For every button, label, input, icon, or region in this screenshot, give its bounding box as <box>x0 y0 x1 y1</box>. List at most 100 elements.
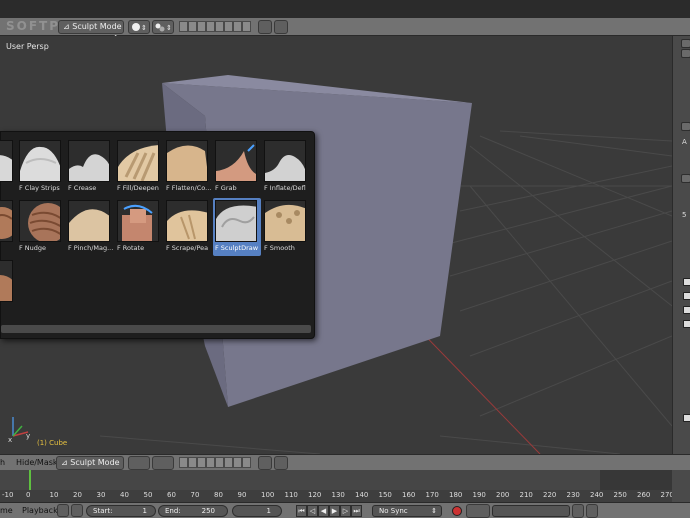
panel-checkbox-3[interactable] <box>683 306 690 314</box>
layer-button-2[interactable] <box>188 21 197 32</box>
layer-button-b7[interactable] <box>233 457 242 468</box>
clock-icon[interactable] <box>57 504 69 517</box>
layer-button-b8[interactable] <box>242 457 251 468</box>
brush-flatten-contrast[interactable]: F Flatten/Co... <box>164 138 212 196</box>
brush-smooth[interactable]: F Smooth <box>262 198 310 256</box>
brush-thumbnail-partial-2 <box>0 200 13 242</box>
layer-button-b5[interactable] <box>215 457 224 468</box>
panel-arrow-button[interactable] <box>681 49 690 58</box>
brush-scrape-peaks[interactable]: F Scrape/Pea <box>164 198 212 256</box>
layer-button-3[interactable] <box>197 21 206 32</box>
svg-text:x: x <box>8 436 12 444</box>
timeline-tick: 20 <box>73 491 82 499</box>
delete-keyframe-icon[interactable] <box>586 504 598 518</box>
jump-keyframe-forward-button[interactable]: ▷ <box>340 505 351 517</box>
popup-scrollbar[interactable] <box>1 325 311 333</box>
camera-render-icon-bottom[interactable] <box>274 456 288 470</box>
timeline-header: me Playback Start: 1 End: 250 1 ⏮ ◁ ◀ ▶ … <box>0 502 690 518</box>
jump-keyframe-back-button[interactable]: ◁ <box>307 505 318 517</box>
menu-frame-partial[interactable]: me <box>0 506 13 515</box>
timeline[interactable]: -10 0 10 20 30 40 50 60 70 80 90 100 110 120 130 140 15… <box>0 470 690 502</box>
pivot-icon: ⇕ <box>155 23 172 32</box>
start-frame-field[interactable]: Start: 1 <box>86 505 156 517</box>
layer-button-5[interactable] <box>215 21 224 32</box>
timeline-tick: 220 <box>543 491 557 499</box>
current-frame-cursor[interactable] <box>29 470 31 490</box>
jump-end-button[interactable]: ⏭ <box>351 505 362 517</box>
brush-clay-strips[interactable]: F Clay Strips <box>17 138 65 196</box>
timeline-tick: 110 <box>284 491 298 499</box>
brush-thumbnail-sculpt-draw <box>215 200 257 242</box>
brush-rotate[interactable]: F Rotate <box>115 198 163 256</box>
brush-thumbnail-partial-3 <box>0 260 13 302</box>
brush-tile-partial-2[interactable] <box>0 198 17 256</box>
layer-button-7[interactable] <box>233 21 242 32</box>
viewport-shading-button[interactable]: ⇕ <box>128 20 150 34</box>
timeline-tick: 200 <box>496 491 510 499</box>
timeline-tick: 70 <box>190 491 200 499</box>
menu-mesh-partial[interactable]: h <box>0 458 5 467</box>
mode-select-label: Sculpt Mode <box>72 22 122 31</box>
insert-keyframe-icon[interactable] <box>572 504 584 518</box>
tool-shelf-right: A 5 <box>672 36 690 454</box>
brush-selector-popup[interactable]: F Clay Strips F Crease F Fill/Deepen F F… <box>0 131 315 339</box>
keying-button[interactable] <box>466 504 490 518</box>
end-label: End: <box>165 507 181 515</box>
keying-set-field[interactable] <box>492 505 570 517</box>
brush-name: F Inflate/Defl <box>264 184 306 192</box>
current-frame-field[interactable]: 1 <box>232 505 282 517</box>
panel-checkbox-4[interactable] <box>683 320 690 328</box>
panel-checkbox-1[interactable] <box>683 278 690 286</box>
play-button[interactable]: ▶ <box>329 505 340 517</box>
layer-button-1[interactable] <box>179 21 188 32</box>
brush-pinch-magnify[interactable]: F Pinch/Mag... <box>66 198 114 256</box>
panel-plus-button[interactable] <box>681 39 690 48</box>
panel-checkbox-5[interactable] <box>683 414 690 422</box>
layer-button-b2[interactable] <box>188 457 197 468</box>
layer-button-b4[interactable] <box>206 457 215 468</box>
jump-start-button[interactable]: ⏮ <box>296 505 307 517</box>
brush-inflate-deflate[interactable]: F Inflate/Defl <box>262 138 310 196</box>
menu-hide-mask[interactable]: Hide/Mask <box>16 458 58 467</box>
pivot-point-button-bottom[interactable] <box>152 456 174 470</box>
render-preview-icon[interactable] <box>258 20 272 34</box>
brush-thumbnail-flatten <box>166 140 208 182</box>
panel-tab-button[interactable] <box>681 122 690 131</box>
timeline-tick: 160 <box>402 491 416 499</box>
svg-text:⇕: ⇕ <box>166 24 172 32</box>
layer-button-b3[interactable] <box>197 457 206 468</box>
panel-glyph-a: A <box>682 138 687 146</box>
brush-grab[interactable]: F Grab <box>213 138 261 196</box>
mode-select-bottom[interactable]: ⊿ Sculpt Mode⇕ <box>56 456 124 479</box>
menu-playback[interactable]: Playback <box>22 506 58 515</box>
record-icon[interactable] <box>452 506 462 516</box>
brush-thumbnail-pinch <box>68 200 110 242</box>
timeline-tick: 210 <box>519 491 533 499</box>
play-reverse-button[interactable]: ◀ <box>318 505 329 517</box>
camera-render-icon[interactable] <box>274 20 288 34</box>
layer-button-8[interactable] <box>242 21 251 32</box>
viewport-shading-button-bottom[interactable] <box>128 456 150 470</box>
brush-tile-partial-1[interactable] <box>0 138 17 196</box>
brush-fill-deepen[interactable]: F Fill/Deepen <box>115 138 163 196</box>
brush-nudge[interactable]: F Nudge <box>17 198 65 256</box>
end-frame-field[interactable]: End: 250 <box>158 505 228 517</box>
render-preview-icon-bottom[interactable] <box>258 456 272 470</box>
brush-sculpt-draw[interactable]: F SculptDraw <box>213 198 261 256</box>
layer-button-6[interactable] <box>224 21 233 32</box>
panel-field[interactable] <box>681 174 690 183</box>
preview-range-icon[interactable] <box>71 504 83 517</box>
brush-thumbnail-rotate <box>117 200 159 242</box>
pivot-point-button[interactable]: ⇕ <box>152 20 174 34</box>
sync-select[interactable]: No Sync ⇕ <box>372 505 442 517</box>
timeline-tick: 230 <box>566 491 580 499</box>
mode-select[interactable]: ⊿ Sculpt Mode⇕ <box>58 20 124 43</box>
layer-button-4[interactable] <box>206 21 215 32</box>
brush-crease[interactable]: F Crease <box>66 138 114 196</box>
layer-button-b1[interactable] <box>179 457 188 468</box>
layer-button-b6[interactable] <box>224 457 233 468</box>
brush-thumbnail-inflate <box>264 140 306 182</box>
start-value: 1 <box>142 507 147 515</box>
brush-tile-partial-3[interactable] <box>0 258 17 316</box>
panel-checkbox-2[interactable] <box>683 292 690 300</box>
